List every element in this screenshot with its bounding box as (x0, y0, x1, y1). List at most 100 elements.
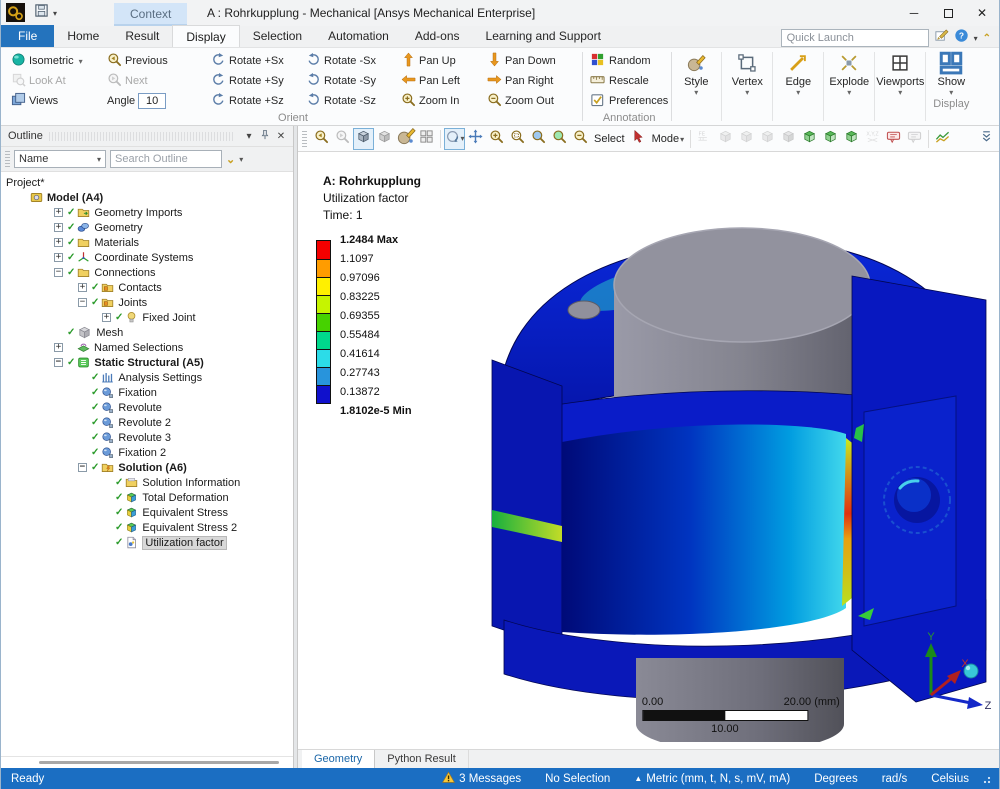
selection-info[interactable]: No Selection (545, 773, 610, 785)
help-icon[interactable]: ? (954, 28, 969, 48)
minimize-button[interactable]: ─ (897, 0, 931, 26)
rotate-+sy-button[interactable]: Rotate +Sy (207, 72, 302, 90)
tree-item-geometry[interactable]: +✓Geometry (1, 220, 293, 235)
toolbar-drag-handle[interactable] (302, 131, 307, 147)
angle-unit[interactable]: Degrees (814, 773, 857, 785)
ribbon-tab-add-ons[interactable]: Add-ons (402, 25, 473, 47)
tree-item-equivalent-stress-2[interactable]: ✓Equivalent Stress 2 (1, 520, 293, 535)
rotate-tool-button[interactable]: ▾ (444, 128, 465, 150)
tree-expander-icon[interactable]: + (54, 343, 63, 352)
tree-item-model-a4-[interactable]: Model (A4) (1, 190, 293, 205)
tree-item-contacts[interactable]: +✓Contacts (1, 280, 293, 295)
viewports-button[interactable]: Viewports▾ (877, 48, 923, 125)
tree-item-materials[interactable]: +✓Materials (1, 235, 293, 250)
pan-up-button[interactable]: Pan Up (397, 52, 483, 70)
filter-node-button[interactable] (799, 128, 820, 150)
random-button[interactable]: Random (590, 51, 668, 71)
ribbon-tab-selection[interactable]: Selection (240, 25, 315, 47)
search-options-icon[interactable]: ▾ (239, 155, 243, 164)
toolbar-overflow-button[interactable] (976, 128, 997, 150)
ribbon-tab-display[interactable]: Display (172, 25, 239, 47)
vertex-button[interactable]: Vertex▾ (724, 48, 770, 125)
tree-item-project-[interactable]: Project* (1, 175, 293, 190)
ribbon-tab-automation[interactable]: Automation (315, 25, 402, 47)
pan-left-button[interactable]: Pan Left (397, 72, 483, 90)
outline-search-input[interactable] (110, 150, 222, 168)
rotate-+sz-button[interactable]: Rotate +Sz (207, 92, 302, 110)
pin-icon[interactable] (257, 129, 273, 144)
tree-item-static-structural-a5-[interactable]: −✓Static Structural (A5) (1, 355, 293, 370)
style-button[interactable]: Style▾ (673, 48, 719, 125)
collapse-ribbon-icon[interactable]: ⌃ (983, 33, 991, 44)
previous-button[interactable]: Previous (103, 52, 207, 70)
resize-grip-icon[interactable] (983, 774, 993, 784)
viewport-tab-geometry[interactable]: Geometry (302, 750, 375, 768)
viewport-layout-button[interactable] (416, 128, 437, 150)
tree-expander-icon[interactable]: + (54, 223, 63, 232)
panel-menu-icon[interactable]: ▾ (241, 131, 257, 142)
maximize-button[interactable] (931, 0, 965, 26)
tree-expander-icon[interactable]: + (102, 313, 111, 322)
tree-item-solution-information[interactable]: ✓Solution Information (1, 475, 293, 490)
search-expand-icon[interactable]: ⌄ (226, 153, 235, 166)
explode-button[interactable]: Explode▾ (826, 48, 872, 125)
tree-item-fixation-2[interactable]: ✓Fixation 2 (1, 445, 293, 460)
chart-button[interactable] (932, 128, 953, 150)
outline-toolbar-handle[interactable] (5, 151, 10, 167)
display-style-button[interactable] (395, 128, 416, 150)
filter-element-face-button[interactable] (820, 128, 841, 150)
mode-dropdown[interactable]: Mode▾ (649, 133, 688, 145)
edge-button[interactable]: Edge▾ (775, 48, 821, 125)
zoom-box-tool-button[interactable] (507, 128, 528, 150)
graphics-viewport[interactable]: A: Rohrkupplung Utilization factor Time:… (298, 152, 999, 749)
angle-field[interactable]: Angle (103, 93, 207, 109)
temperature-unit[interactable]: Celsius (931, 773, 969, 785)
zoom-magnify-button[interactable] (549, 128, 570, 150)
quick-launch-input[interactable] (781, 29, 929, 47)
tree-item-revolute[interactable]: ✓Revolute (1, 400, 293, 415)
tag-button[interactable] (883, 128, 904, 150)
ribbon-tab-learning-and-support[interactable]: Learning and Support (473, 25, 614, 47)
zoom-in-button[interactable]: Zoom In (397, 92, 483, 110)
units-menu[interactable]: ▲Metric (mm, t, N, s, mV, mA) (634, 773, 790, 785)
tree-item-fixation[interactable]: ✓Fixation (1, 385, 293, 400)
tree-item-revolute-3[interactable]: ✓Revolute 3 (1, 430, 293, 445)
messages-button[interactable]: 3 Messages (442, 771, 521, 787)
zoom-undo-button[interactable] (311, 128, 332, 150)
pan-down-button[interactable]: Pan Down (483, 52, 579, 70)
ribbon-tab-file[interactable]: File (1, 25, 54, 47)
select-cursor-icon[interactable] (628, 128, 649, 150)
tree-expander-icon[interactable]: − (54, 268, 63, 277)
tree-item-geometry-imports[interactable]: +✓Geometry Imports (1, 205, 293, 220)
viewport-tab-python-result[interactable]: Python Result (375, 750, 468, 768)
tree-item-connections[interactable]: −✓Connections (1, 265, 293, 280)
pan-right-button[interactable]: Pan Right (483, 72, 579, 90)
tree-expander-icon[interactable]: + (54, 253, 63, 262)
zoom-fit-button[interactable] (528, 128, 549, 150)
tree-item-solution-a6-[interactable]: −✓Solution (A6) (1, 460, 293, 475)
tree-expander-icon[interactable]: − (78, 298, 87, 307)
shaded-exterior-button[interactable] (353, 128, 374, 150)
tree-item-total-deformation[interactable]: ✓Total Deformation (1, 490, 293, 505)
angular-velocity-unit[interactable]: rad/s (882, 773, 908, 785)
tree-item-coordinate-systems[interactable]: +✓Coordinate Systems (1, 250, 293, 265)
ribbon-tab-result[interactable]: Result (112, 25, 172, 47)
rotate-sx-button[interactable]: Rotate -Sx (302, 52, 397, 70)
tree-item-revolute-2[interactable]: ✓Revolute 2 (1, 415, 293, 430)
tree-item-fixed-joint[interactable]: +✓Fixed Joint (1, 310, 293, 325)
tree-expander-icon[interactable]: + (54, 238, 63, 247)
tree-item-mesh[interactable]: ✓Mesh (1, 325, 293, 340)
tree-expander-icon[interactable]: − (54, 358, 63, 367)
close-button[interactable]: ✕ (965, 0, 999, 26)
help-dropdown-icon[interactable]: ▾ (974, 34, 978, 43)
angle-input[interactable] (138, 93, 166, 109)
tree-item-utilization-factor[interactable]: ✓Utilization factor (1, 535, 293, 550)
ribbon-tab-home[interactable]: Home (54, 25, 112, 47)
isometric-button[interactable]: Isometric▾ (7, 52, 103, 70)
select-label[interactable]: Select (591, 133, 628, 145)
preferences-button[interactable]: Preferences (590, 91, 668, 111)
panel-close-icon[interactable]: ✕ (273, 131, 289, 142)
show-button[interactable]: Show▾Display (928, 48, 974, 125)
views-button[interactable]: Views (7, 92, 103, 110)
zoom-out-tool-button[interactable] (570, 128, 591, 150)
